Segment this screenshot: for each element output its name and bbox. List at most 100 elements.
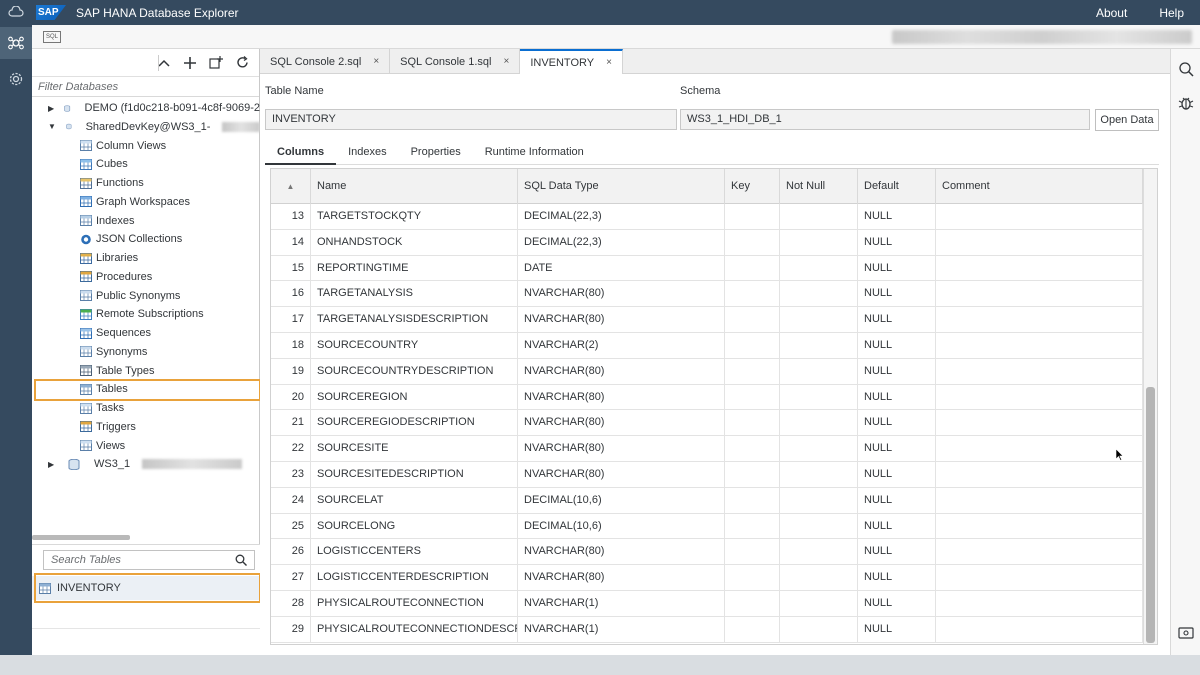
tree-item-ws3-1[interactable]: ▶ WS3_1 xyxy=(32,455,260,473)
table-row[interactable]: 14 ONHANDSTOCK DECIMAL(22,3) NULL xyxy=(271,229,1143,256)
search-icon[interactable] xyxy=(235,554,247,566)
cell-type: NVARCHAR(80) xyxy=(518,565,725,591)
cell-type: NVARCHAR(80) xyxy=(518,539,725,565)
add-database-button[interactable] xyxy=(179,52,201,74)
table-row[interactable]: 21 SOURCEREGIODESCRIPTION NVARCHAR(80) NULL xyxy=(271,410,1143,437)
tree-item-procedures[interactable]: Procedures xyxy=(32,268,260,286)
tree-item-cubes[interactable]: Cubes xyxy=(32,155,260,173)
table-row[interactable]: 24 SOURCELAT DECIMAL(10,6) NULL xyxy=(271,487,1143,514)
tab-runtime-information[interactable]: Runtime Information xyxy=(473,141,596,165)
cell-default: NULL xyxy=(858,462,936,487)
search-tables-input[interactable]: Search Tables xyxy=(43,550,255,570)
schema-field[interactable]: WS3_1_HDI_DB_1 xyxy=(680,109,1090,130)
tree-item-libraries[interactable]: Libraries xyxy=(32,249,260,267)
tree-item-column-views[interactable]: Column Views xyxy=(32,137,260,155)
vertical-scrollbar-thumb[interactable] xyxy=(1146,387,1155,643)
column-header-default[interactable]: Default xyxy=(858,169,936,204)
cell-n: 18 xyxy=(271,333,311,358)
graph-workspaces-icon xyxy=(80,196,92,208)
open-data-button[interactable]: Open Data xyxy=(1095,109,1159,131)
tab-sql-console-2-sql[interactable]: SQL Console 2.sql × xyxy=(260,49,391,74)
tree-item-table-types[interactable]: Table Types xyxy=(32,362,260,380)
cell-notnull xyxy=(780,436,858,462)
cell-type: DECIMAL(22,3) xyxy=(518,204,725,229)
cell-key xyxy=(725,565,780,591)
refresh-button[interactable] xyxy=(231,52,253,74)
cell-notnull xyxy=(780,462,858,487)
column-header-key[interactable]: Key xyxy=(725,169,780,204)
close-icon[interactable]: × xyxy=(503,56,509,67)
column-header-not-null[interactable]: Not Null xyxy=(780,169,858,204)
tree-item-functions[interactable]: Functions xyxy=(32,174,260,192)
sql-console-icon[interactable]: SQL xyxy=(43,31,61,43)
table-row[interactable]: 26 LOGISTICCENTERS NVARCHAR(80) NULL xyxy=(271,539,1143,566)
table-row[interactable]: 25 SOURCELONG DECIMAL(10,6) NULL xyxy=(271,513,1143,540)
table-row[interactable]: 15 REPORTINGTIME DATE NULL xyxy=(271,255,1143,282)
table-row[interactable]: 22 SOURCESITE NVARCHAR(80) NULL xyxy=(271,436,1143,462)
tree-item-triggers[interactable]: Triggers xyxy=(32,418,260,436)
caret-down-icon[interactable]: ▼ xyxy=(48,122,56,131)
table-row[interactable]: 29 PHYSICALROUTECONNECTIONDESCRI NVARCHAR(… xyxy=(271,616,1143,643)
tree-item-tasks[interactable]: Tasks xyxy=(32,399,260,417)
cell-default: NULL xyxy=(858,358,936,384)
table-row[interactable]: 27 LOGISTICCENTERDESCRIPTION NVARCHAR(80) N… xyxy=(271,565,1143,591)
table-row[interactable]: 18 SOURCECOUNTRY NVARCHAR(2) NULL xyxy=(271,333,1143,359)
caret-right-icon[interactable]: ▶ xyxy=(48,104,54,113)
column-header-name[interactable]: Name xyxy=(311,169,518,204)
cell-notnull xyxy=(780,204,858,229)
tree-item-public-synonyms[interactable]: Public Synonyms xyxy=(32,287,260,305)
tree-item-indexes[interactable]: Indexes xyxy=(32,212,260,230)
tree-item-views[interactable]: Views xyxy=(32,437,260,455)
help-link[interactable]: Help xyxy=(1159,6,1184,20)
database-explorer-nav[interactable] xyxy=(0,27,32,59)
table-row[interactable]: 13 TARGETSTOCKQTY DECIMAL(22,3) NULL xyxy=(271,204,1143,230)
tree-item-label: Synonyms xyxy=(96,345,148,358)
cell-key xyxy=(725,616,780,642)
cell-n: 19 xyxy=(271,358,311,384)
add-instance-button[interactable] xyxy=(205,52,227,74)
about-link[interactable]: About xyxy=(1096,6,1127,20)
tab-columns[interactable]: Columns xyxy=(265,141,337,165)
screen-settings-icon[interactable] xyxy=(1178,625,1194,641)
close-icon[interactable]: × xyxy=(373,56,379,67)
column-header-comment[interactable]: Comment xyxy=(936,169,1143,204)
tables-highlight xyxy=(34,379,261,401)
blurred-text xyxy=(142,459,243,470)
cell-type: DATE xyxy=(518,255,725,281)
column-header-type[interactable]: SQL Data Type xyxy=(518,169,725,204)
search-icon[interactable] xyxy=(1178,61,1194,77)
table-row[interactable]: 16 TARGETANALYSIS NVARCHAR(80) NULL xyxy=(271,281,1143,308)
cell-comment xyxy=(936,436,1143,462)
tree-item-remote-subscriptions[interactable]: Remote Subscriptions xyxy=(32,305,260,323)
table-row[interactable]: 28 PHYSICALROUTECONNECTION NVARCHAR(1) NULL xyxy=(271,591,1143,617)
caret-right-icon[interactable]: ▶ xyxy=(48,460,58,469)
sort-indicator[interactable]: ▲ xyxy=(271,169,311,204)
tree-item-json-collections[interactable]: JSON Collections xyxy=(32,230,260,248)
close-icon[interactable]: × xyxy=(606,57,612,68)
table-row[interactable]: 20 SOURCEREGION NVARCHAR(80) NULL xyxy=(271,384,1143,411)
tree-item-label: WS3_1 xyxy=(94,458,131,471)
tab-sql-console-1-sql[interactable]: SQL Console 1.sql × xyxy=(390,49,521,74)
tree-item-label: SharedDevKey@WS3_1- xyxy=(85,120,211,133)
table-row[interactable]: 19 SOURCECOUNTRYDESCRIPTION NVARCHAR(80) NU… xyxy=(271,358,1143,385)
tree-item-sequences[interactable]: Sequences xyxy=(32,324,260,342)
collapse-all-button[interactable] xyxy=(153,52,175,74)
tab-indexes[interactable]: Indexes xyxy=(336,141,399,165)
debugger-icon[interactable] xyxy=(1178,95,1194,111)
tree-item-demo-f1d0c218-b091-4c8f-9069-2[interactable]: ▶ DEMO (f1d0c218-b091-4c8f-9069-2 xyxy=(32,99,260,117)
cell-notnull xyxy=(780,255,858,281)
filter-databases-input[interactable]: Filter Databases xyxy=(32,77,259,97)
settings-nav[interactable] xyxy=(0,63,32,95)
table-row[interactable]: 23 SOURCESITEDESCRIPTION NVARCHAR(80) NULL xyxy=(271,462,1143,488)
tree-item-synonyms[interactable]: Synonyms xyxy=(32,343,260,361)
side-navigation xyxy=(0,25,32,655)
horizontal-scrollbar[interactable] xyxy=(32,535,130,540)
cloud-icon xyxy=(8,6,24,17)
synonyms-icon xyxy=(80,346,92,358)
tab-properties[interactable]: Properties xyxy=(399,141,473,165)
table-row[interactable]: 17 TARGETANALYSISDESCRIPTION NVARCHAR(80) N… xyxy=(271,307,1143,333)
tree-item-graph-workspaces[interactable]: Graph Workspaces xyxy=(32,193,260,211)
tree-item-shareddevkey-ws3-1[interactable]: ▼ SharedDevKey@WS3_1- xyxy=(32,118,260,136)
tab-inventory[interactable]: INVENTORY × xyxy=(520,49,623,74)
table-name-field[interactable]: INVENTORY xyxy=(265,109,677,130)
